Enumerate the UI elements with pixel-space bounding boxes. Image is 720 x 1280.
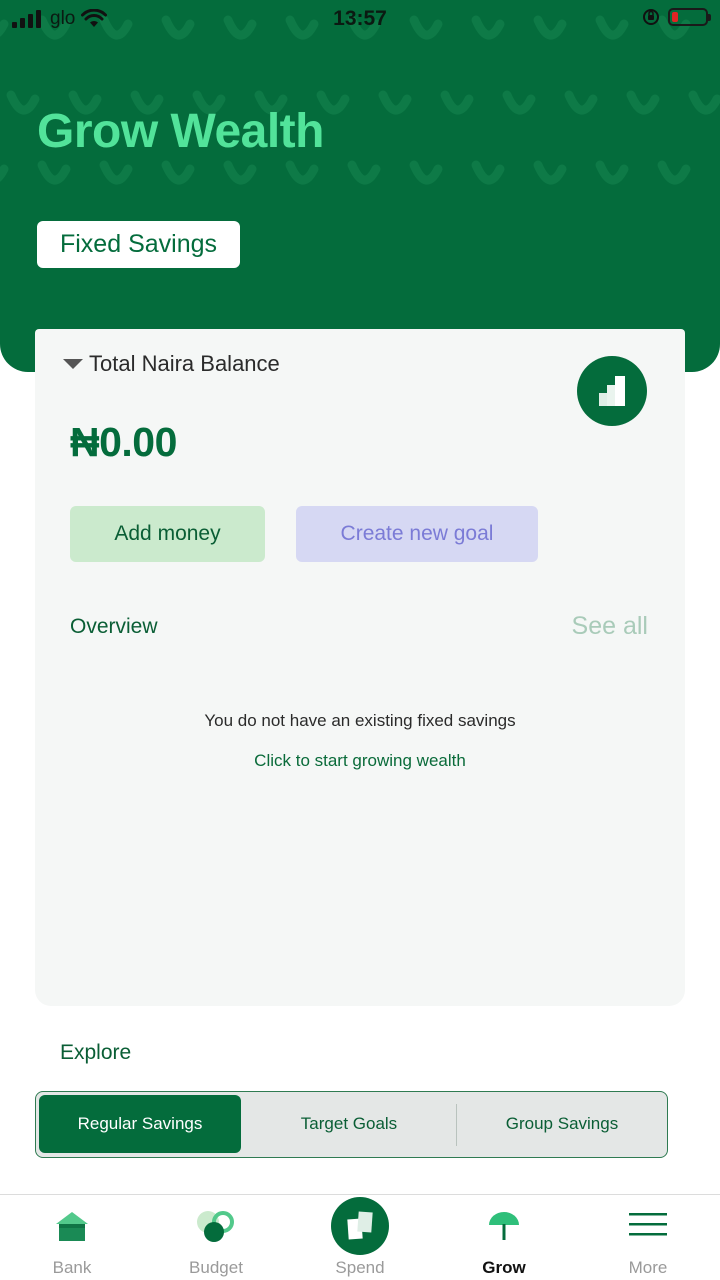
background-pattern [0, 15, 720, 185]
umbrella-icon [489, 1212, 519, 1240]
status-bar: glo 13:57 [0, 0, 720, 38]
page-title: Grow Wealth [37, 105, 324, 158]
savings-type-tabs: Regular Savings Target Goals Group Savin… [35, 1091, 668, 1158]
start-growing-link[interactable]: Click to start growing wealth [35, 751, 685, 771]
tab-target-goals[interactable]: Target Goals [244, 1095, 454, 1153]
stats-button[interactable] [577, 356, 647, 426]
orientation-lock-icon [643, 9, 659, 25]
nav-item-budget[interactable]: Budget [144, 1195, 288, 1280]
balance-amount: ₦0.00 [70, 419, 177, 465]
bar-chart-icon [599, 376, 625, 406]
balance-card: Total Naira Balance ₦0.00 Add money Crea… [35, 329, 685, 1006]
app-root: glo 13:57 Grow Wealth Fixed Savings Tota… [0, 0, 720, 1280]
budget-icon [197, 1211, 234, 1242]
nav-label-budget: Budget [189, 1258, 243, 1277]
balance-label: Total Naira Balance [89, 351, 280, 376]
nav-label-bank: Bank [52, 1258, 92, 1277]
menu-icon [629, 1213, 667, 1236]
nav-label-grow: Grow [482, 1258, 526, 1277]
nav-item-bank[interactable]: Bank [0, 1195, 144, 1280]
overview-label: Overview [70, 615, 158, 638]
tab-regular-savings[interactable]: Regular Savings [39, 1095, 241, 1153]
nav-item-grow[interactable]: Grow [432, 1195, 576, 1280]
spend-icon [347, 1211, 373, 1240]
status-right [642, 8, 711, 26]
see-all-link[interactable]: See all [572, 612, 648, 641]
spend-button[interactable] [331, 1197, 389, 1255]
explore-label: Explore [60, 1041, 132, 1064]
status-time: 13:57 [333, 7, 387, 30]
battery-icon [668, 8, 711, 26]
nav-label-spend: Spend [335, 1258, 385, 1277]
create-goal-button[interactable]: Create new goal [296, 506, 538, 562]
add-money-button[interactable]: Add money [70, 506, 265, 562]
nav-item-more[interactable]: More [576, 1195, 720, 1280]
fixed-savings-chip[interactable]: Fixed Savings [37, 221, 240, 268]
tab-divider [456, 1104, 457, 1146]
home-icon [56, 1212, 88, 1241]
nav-label-more: More [628, 1258, 668, 1277]
header-banner: glo 13:57 Grow Wealth Fixed Savings [0, 0, 720, 372]
empty-state-message: You do not have an existing fixed saving… [204, 711, 516, 730]
balance-toggle[interactable]: Total Naira Balance [63, 351, 280, 377]
tab-group-savings[interactable]: Group Savings [458, 1095, 666, 1153]
caret-down-icon [63, 359, 83, 369]
